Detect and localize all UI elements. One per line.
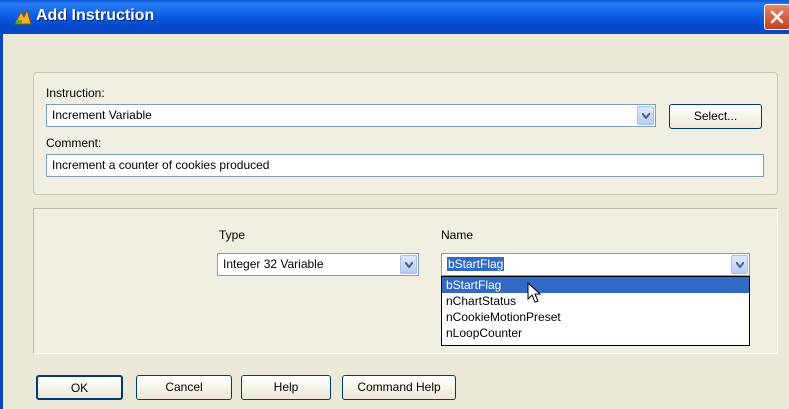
instruction-dropdown[interactable]: Increment Variable xyxy=(46,104,656,127)
list-item[interactable]: nChartStatus xyxy=(442,293,749,309)
chevron-down-icon[interactable] xyxy=(400,255,417,274)
chevron-down-icon[interactable] xyxy=(637,106,654,125)
close-icon xyxy=(770,10,784,24)
type-label: Type xyxy=(219,228,246,242)
name-dropdown-list: bStartFlag nChartStatus nCookieMotionPre… xyxy=(441,276,750,346)
list-item[interactable]: nCookieMotionPreset xyxy=(442,309,749,325)
title-bar: Add Instruction xyxy=(0,0,789,34)
comment-field[interactable]: Increment a counter of cookies produced xyxy=(46,154,764,177)
list-item[interactable]: bStartFlag xyxy=(442,277,749,293)
type-value: Integer 32 Variable xyxy=(223,257,324,271)
app-icon xyxy=(14,8,32,25)
type-dropdown[interactable]: Integer 32 Variable xyxy=(217,253,419,276)
name-dropdown[interactable]: bStartFlag xyxy=(441,253,750,276)
list-item[interactable]: nLoopCounter xyxy=(442,325,749,341)
instruction-value: Increment Variable xyxy=(52,108,152,122)
command-help-button[interactable]: Command Help xyxy=(342,375,456,400)
chevron-down-icon[interactable] xyxy=(731,255,748,274)
comment-label: Comment: xyxy=(46,136,102,150)
cancel-button[interactable]: Cancel xyxy=(136,375,232,400)
instruction-label: Instruction: xyxy=(46,86,105,100)
mouse-pointer-icon xyxy=(527,282,542,303)
select-button[interactable]: Select... xyxy=(669,104,762,129)
window-title: Add Instruction xyxy=(36,7,155,24)
name-value: bStartFlag xyxy=(447,257,505,271)
ok-button[interactable]: OK xyxy=(36,375,123,400)
name-label: Name xyxy=(441,228,474,242)
help-button[interactable]: Help xyxy=(241,375,331,400)
close-button[interactable] xyxy=(764,4,789,30)
